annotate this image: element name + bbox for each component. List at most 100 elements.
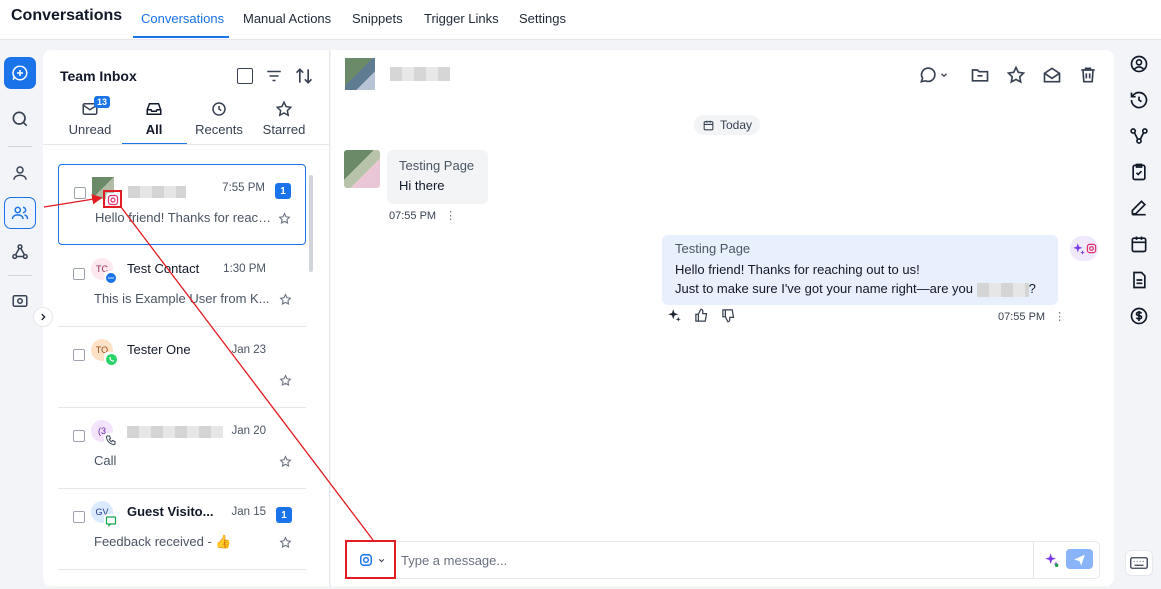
date-divider: Today [694,115,761,135]
tab-snippets[interactable]: Snippets [352,11,403,26]
chat-panel: Today Testing Page Hi there 07:55 PM ⋮ T… [331,50,1114,586]
select-all-checkbox[interactable] [235,66,255,86]
thumbs-down-icon[interactable] [721,308,736,323]
mark-unread-icon[interactable] [1041,64,1063,86]
phone-icon [104,433,118,447]
ai-agent-avatar [1070,236,1098,261]
search-icon[interactable] [4,103,36,135]
folder-icon[interactable] [969,64,991,86]
unread-count-badge: 13 [94,96,111,108]
instagram-icon [359,554,372,566]
message-preview: Call [94,453,117,468]
instagram-icon [1086,243,1096,254]
list-scrollbar[interactable] [309,175,313,272]
new-conversation-icon[interactable] [4,57,36,89]
redacted-name [128,185,186,198]
star-icon[interactable] [279,455,292,473]
filter-tab-label: Recents [195,122,243,137]
conversation-time: Jan 23 [231,344,266,356]
expand-rail-button[interactable] [33,307,53,327]
keyboard-shortcuts-button[interactable] [1125,550,1153,576]
right-rail [1118,40,1161,589]
send-button[interactable] [1066,549,1093,569]
app-title: Conversations [11,7,123,24]
unread-badge: 1 [276,507,292,523]
star-icon[interactable] [278,212,291,230]
team-inbox-icon[interactable] [4,197,36,229]
chat-status-icon[interactable] [913,64,953,86]
contact-profile-icon[interactable] [1127,52,1151,76]
conversation-checkbox[interactable] [73,349,85,361]
conversation-checkbox[interactable] [73,511,85,523]
tray-icon [123,100,185,118]
message-time: 07:55 PM ⋮ [998,310,1065,323]
incoming-message: Testing Page Hi there [387,150,488,204]
live-chat-icon [104,514,118,528]
pipeline-icon[interactable] [1127,124,1151,148]
whatsapp-icon [104,352,118,366]
chat-header [331,50,1114,98]
contact-icon[interactable] [4,157,36,189]
document-icon[interactable] [1127,268,1151,292]
message-text-line-2-end: ? [1028,281,1036,296]
message-input[interactable] [401,543,1031,577]
preview-icon[interactable] [4,285,36,317]
sparkle-icon[interactable] [667,308,682,323]
calendar-icon [703,120,714,130]
contact-name: Guest Visito... [127,504,214,519]
star-icon [253,100,315,118]
redacted-name [127,425,223,438]
date-label: Today [720,118,753,132]
thumbs-up-icon[interactable] [694,308,709,323]
conversation-checkbox[interactable] [74,187,86,199]
sort-icon[interactable] [294,66,314,86]
star-icon[interactable] [279,536,292,554]
conversation-item[interactable]: (3 Jan 20 Call [58,408,306,489]
tab-settings[interactable]: Settings [519,11,566,26]
filter-tab-label: Unread [68,122,112,137]
conversation-checkbox[interactable] [73,430,85,442]
contact-name [128,183,186,198]
conversation-item[interactable]: GV Guest Visito... Jan 15 1 Feedback rec… [58,489,306,570]
conversation-time: 7:55 PM [222,182,265,194]
divider [43,144,329,145]
message-text-line-2-start: Just to make sure I've got your name rig… [675,281,974,296]
filter-tab-starred[interactable]: Starred [253,100,315,142]
channel-selector[interactable] [352,550,392,570]
rail-divider [8,275,32,276]
conversation-item[interactable]: TC Test Contact 1:30 PM This is Example … [58,246,306,327]
message-time-text: 07:55 PM [389,210,437,222]
activity-icon[interactable] [1127,88,1151,112]
filter-icon[interactable] [264,66,284,86]
filter-tab-recents[interactable]: Recents [188,100,250,142]
tab-manual-actions[interactable]: Manual Actions [243,11,331,26]
notes-icon[interactable] [1127,196,1151,220]
star-icon[interactable] [279,293,292,311]
chat-icon [104,271,118,285]
trash-icon[interactable] [1077,64,1099,86]
instagram-icon [106,193,120,207]
conversation-item[interactable]: 7:55 PM 1 Hello friend! Thanks for reach… [58,164,306,245]
ai-assist-button[interactable] [1042,550,1062,570]
filter-tab-all[interactable]: All [123,100,185,142]
calendar-icon[interactable] [1127,232,1151,256]
conversation-checkbox[interactable] [73,268,85,280]
tab-conversations[interactable]: Conversations [141,11,224,26]
filter-tab-unread[interactable]: 13 Unread [59,96,121,142]
avatar [345,58,375,90]
more-icon[interactable]: ⋮ [445,210,456,222]
payments-icon[interactable] [1127,304,1151,328]
workflow-icon[interactable] [4,236,36,268]
star-icon[interactable] [1005,64,1027,86]
redacted-contact-name [390,67,450,81]
message-time-text: 07:55 PM [998,311,1046,323]
more-icon[interactable]: ⋮ [1054,311,1065,323]
clock-icon [188,100,250,118]
redacted-name [976,282,1029,297]
star-icon[interactable] [279,374,292,392]
message-text-line-2: Just to make sure I've got your name rig… [675,279,1045,298]
tasks-icon[interactable] [1127,160,1151,184]
conversation-item[interactable]: TO Tester One Jan 23 [58,327,306,408]
rail-divider [8,146,32,147]
tab-trigger-links[interactable]: Trigger Links [424,11,499,26]
